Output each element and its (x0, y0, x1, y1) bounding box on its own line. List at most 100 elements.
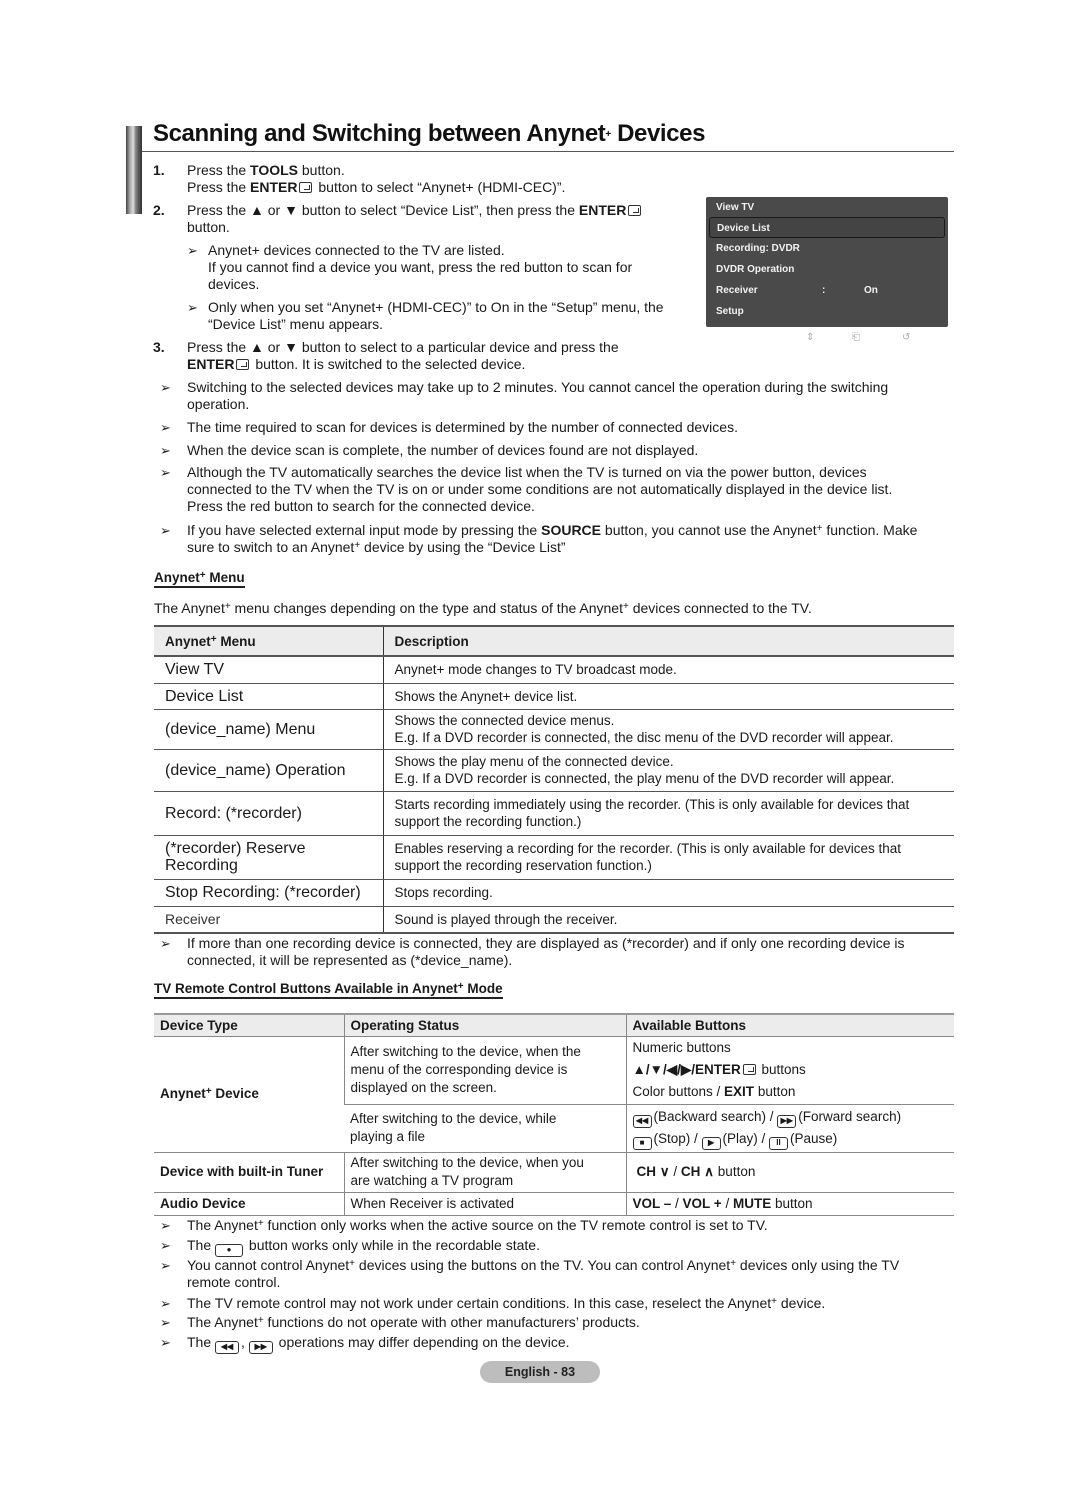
device-type-cell: Audio Device (154, 1192, 344, 1216)
note-text: devices. (208, 276, 260, 292)
note-arrow-icon: ➢ (160, 1238, 171, 1253)
play-icon: ▶ (701, 1137, 721, 1150)
column-header-description: Description (382, 625, 954, 657)
section-heading-anynet-menu: Anynet+ Menu (154, 570, 245, 588)
table-row: Audio Device When Receiver is activated … (154, 1192, 954, 1216)
section-marker-bar (126, 126, 142, 214)
step-text: Press the ▲ or ▼ button to select to a p… (187, 339, 619, 355)
note-arrow-icon: ➢ (160, 1315, 171, 1330)
menu-cell: Device List (154, 683, 383, 710)
note-text: The Anynet+ functions do not operate wit… (187, 1314, 640, 1330)
available-buttons-cell: CH ∨ / CH ∧ button (625, 1152, 954, 1193)
note-text: Switching to the selected devices may ta… (187, 379, 889, 395)
tv-menu-item-setup[interactable]: Setup (716, 301, 940, 322)
menu-cell: (device_name) Operation (154, 749, 383, 792)
note-text: The Anynet+ function only works when the… (187, 1217, 768, 1233)
anynet-menu-table: Anynet+ Menu Description View TV Anynet+… (154, 625, 954, 934)
description-cell: Starts recording immediately using the r… (382, 791, 954, 836)
description-cell: Stops recording. (382, 879, 954, 907)
note-arrow-icon: ➢ (160, 523, 171, 538)
description-cell: Shows the Anynet+ device list. (382, 683, 954, 710)
note-text: Only when you set “Anynet+ (HDMI-CEC)” t… (208, 299, 664, 315)
available-buttons-cell: VOL – / VOL + / MUTE button (625, 1192, 954, 1216)
note-text: connected to the TV when the TV is on or… (187, 481, 893, 497)
step-text: ENTER button. It is switched to the sele… (187, 356, 526, 372)
enter-icon (742, 1064, 756, 1075)
tv-menu-item-view-tv[interactable]: View TV (716, 197, 940, 218)
table-row: Device List Shows the Anynet+ device lis… (154, 683, 954, 710)
note-text: operation. (187, 396, 250, 412)
operating-status-cell: After switching to the device, when you a… (343, 1152, 626, 1193)
note-text: sure to switch to an Anynet+ device by u… (187, 539, 566, 555)
menu-cell: (*recorder) Reserve Recording (154, 835, 383, 880)
device-type-cell: Device with built-in Tuner (154, 1152, 344, 1193)
table-row: Receiver Sound is played through the rec… (154, 906, 954, 934)
note-arrow-icon: ➢ (160, 1335, 171, 1350)
note-text: The TV remote control may not work under… (187, 1295, 826, 1311)
note-arrow-icon: ➢ (160, 936, 171, 951)
note-arrow-icon: ➢ (160, 443, 171, 458)
description-cell: Enables reserving a recording for the re… (382, 835, 954, 880)
note-arrow-icon: ➢ (160, 1296, 171, 1311)
enter-icon (299, 182, 313, 193)
enter-icon (628, 205, 642, 216)
note-text: The time required to scan for devices is… (187, 419, 738, 435)
note-text: remote control. (187, 1274, 281, 1290)
table-header-row: Anynet+ Menu Description (154, 625, 954, 657)
section-heading-remote-buttons: TV Remote Control Buttons Available in A… (154, 981, 503, 999)
operating-status-cell: After switching to the device, when the … (343, 1036, 626, 1105)
note-arrow-icon: ➢ (187, 300, 198, 315)
table-row: (device_name) Menu Shows the connected d… (154, 709, 954, 750)
page-number-badge: English - 83 (480, 1361, 600, 1383)
move-icon: ⇕ (806, 332, 815, 343)
enter-icon: ⎗ (852, 332, 860, 343)
note-text: The ● button works only while in the rec… (187, 1237, 540, 1257)
step-number: 2. (153, 202, 165, 218)
note-arrow-icon: ➢ (187, 243, 198, 258)
note-arrow-icon: ➢ (160, 420, 171, 435)
step-number: 3. (153, 339, 165, 355)
column-header-menu: Anynet+ Menu (154, 625, 383, 657)
menu-cell: Receiver (154, 906, 383, 934)
operating-status-cell: After switching to the device, while pla… (344, 1104, 626, 1153)
table-row: Device with built-in Tuner After switchi… (154, 1152, 954, 1193)
column-header-device-type: Device Type (154, 1013, 344, 1037)
step-number: 1. (153, 162, 165, 178)
description-cell: Shows the play menu of the connected dev… (382, 749, 954, 792)
note-arrow-icon: ➢ (160, 1258, 171, 1273)
menu-cell: Stop Recording: (*recorder) (154, 879, 383, 907)
table-row: View TV Anynet+ mode changes to TV broad… (154, 656, 954, 684)
table-row: Record: (*recorder) Starts recording imm… (154, 791, 954, 836)
table-row: (device_name) Operation Shows the play m… (154, 749, 954, 792)
note-text: “Device List” menu appears. (208, 316, 384, 332)
stop-icon: ■ (632, 1137, 652, 1150)
note-text: If more than one recording device is con… (187, 935, 905, 951)
page-title: Scanning and Switching between Anynet+ D… (153, 120, 706, 147)
note-text: connected, it will be represented as (*d… (187, 952, 513, 968)
note-text: If you have selected external input mode… (187, 522, 918, 538)
menu-cell: View TV (154, 656, 383, 684)
step-text: Press the ▲ or ▼ button to select “Devic… (187, 202, 643, 219)
table-row: (*recorder) Reserve Recording Enables re… (154, 835, 954, 880)
tv-menu-item-device-list[interactable]: Device List (709, 217, 945, 238)
table-row: Stop Recording: (*recorder) Stops record… (154, 879, 954, 907)
record-icon: ● (215, 1244, 244, 1257)
tv-menu-item-dvdr-operation[interactable]: DVDR Operation (716, 259, 940, 280)
device-type-cell: Anynet+ Device (154, 1036, 344, 1153)
note-text: Although the TV automatically searches t… (187, 464, 867, 480)
available-buttons-cell: Numeric buttons ▲/▼/◀/▶/ENTER buttons Co… (625, 1036, 954, 1105)
return-icon: ↺ (902, 332, 911, 343)
column-header-available-buttons: Available Buttons (625, 1013, 954, 1037)
tv-menu-item-recording[interactable]: Recording: DVDR (716, 238, 940, 259)
note-text: If you cannot find a device you want, pr… (208, 259, 633, 275)
step-text: Press the ENTER button to select “Anynet… (187, 179, 566, 195)
tv-menu-item-receiver[interactable]: Receiver: On (716, 280, 940, 301)
note-arrow-icon: ➢ (160, 380, 171, 395)
description-cell: Anynet+ mode changes to TV broadcast mod… (382, 656, 954, 684)
note-text: The ◀◀, ▶▶ operations may differ dependi… (187, 1334, 570, 1354)
fast-forward-icon: ▶▶ (777, 1115, 797, 1128)
title-rule (142, 151, 954, 152)
description-cell: Shows the connected device menus. E.g. If… (382, 709, 954, 750)
section-intro: The Anynet+ menu changes depending on th… (154, 600, 812, 616)
remote-buttons-table: Device Type Operating Status Available B… (154, 1013, 954, 1216)
